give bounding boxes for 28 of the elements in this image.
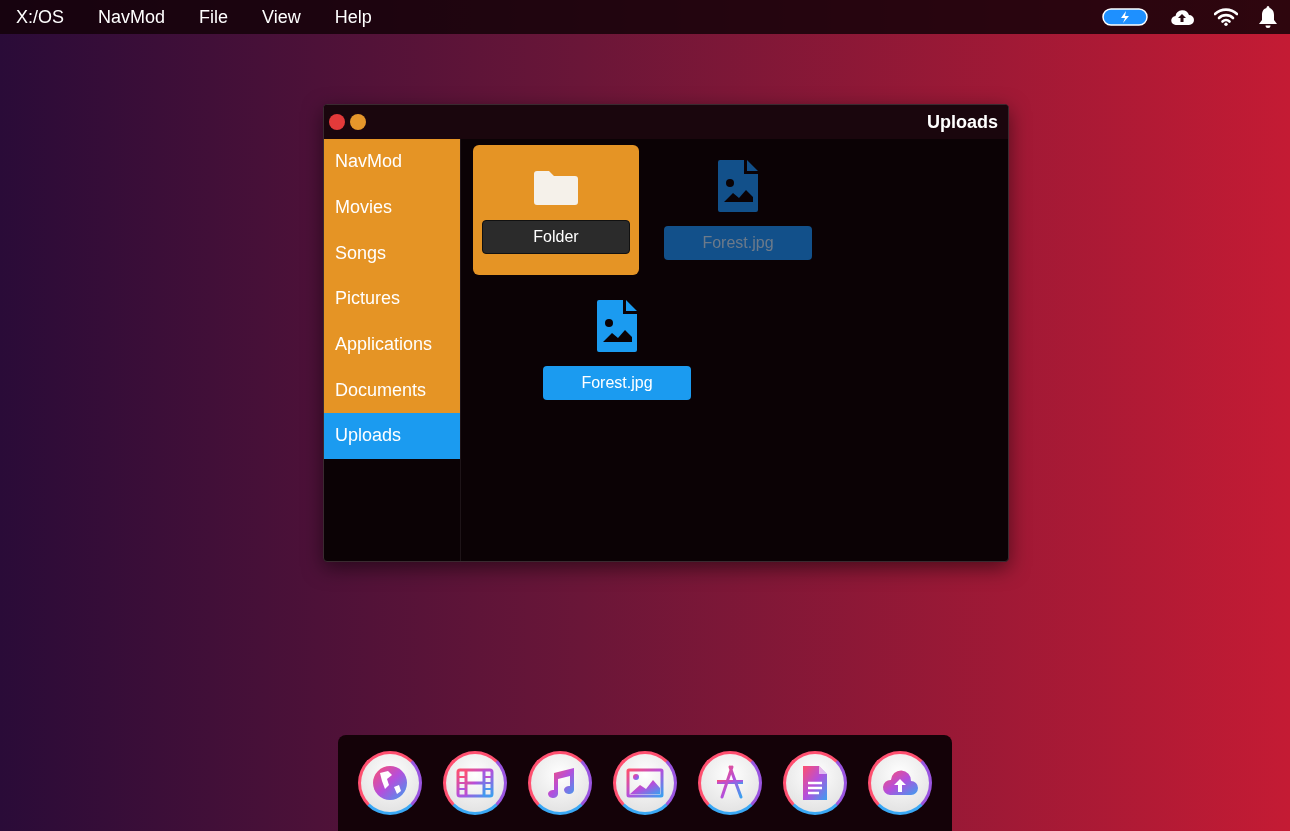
sidebar-item[interactable]: NavMod bbox=[324, 139, 460, 185]
wifi-icon[interactable] bbox=[1214, 8, 1238, 26]
close-button[interactable] bbox=[329, 114, 345, 130]
window-title: Uploads bbox=[927, 111, 998, 133]
menu-item[interactable]: File bbox=[199, 6, 229, 28]
folder-tile[interactable]: Folder bbox=[473, 145, 639, 275]
file-name-label: Forest.jpg bbox=[664, 226, 812, 260]
folder-icon bbox=[532, 170, 580, 206]
sidebar-item[interactable]: Movies bbox=[324, 184, 460, 231]
os-logo[interactable]: X:/OS bbox=[16, 6, 64, 28]
sidebar-item[interactable]: Pictures bbox=[324, 276, 460, 322]
battery-charging-icon[interactable] bbox=[1102, 8, 1148, 26]
menu-item[interactable]: NavMod bbox=[98, 6, 166, 28]
sidebar-item[interactable]: Applications bbox=[324, 321, 460, 368]
file-name-label: Forest.jpg bbox=[543, 366, 691, 400]
bell-icon[interactable] bbox=[1258, 5, 1278, 29]
cloud-upload-icon[interactable] bbox=[1170, 8, 1194, 26]
image-file-tile[interactable]: Forest.jpg bbox=[534, 285, 700, 415]
menu-item[interactable]: Help bbox=[334, 6, 372, 28]
file-name-label: Folder bbox=[482, 220, 630, 254]
sidebar-item[interactable]: Uploads bbox=[324, 413, 460, 459]
minimize-button[interactable] bbox=[350, 114, 366, 130]
image-file-tile[interactable]: Forest.jpg bbox=[655, 145, 821, 275]
image-file-icon bbox=[597, 300, 637, 352]
image-file-icon bbox=[718, 160, 758, 212]
sidebar-item[interactable]: Documents bbox=[324, 367, 460, 414]
menu-item[interactable]: View bbox=[262, 6, 301, 28]
sidebar-item[interactable]: Songs bbox=[324, 230, 460, 277]
